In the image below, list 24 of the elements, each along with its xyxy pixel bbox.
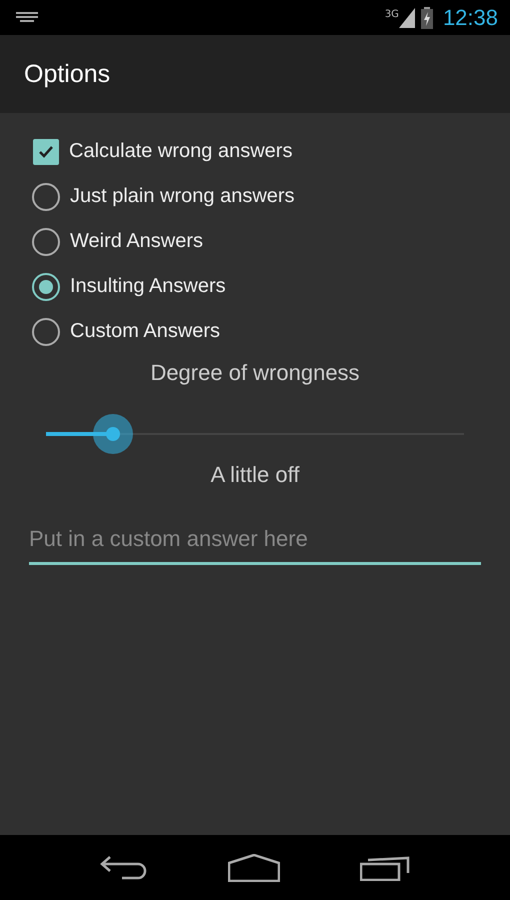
keyboard-icon [16,12,38,24]
recent-apps-icon[interactable] [360,854,410,880]
network-type: 3G [384,8,399,20]
slider-title: Degree of wrongness [149,360,361,386]
option-item[interactable]: Just plain wrong answers [29,174,481,219]
back-icon[interactable] [100,854,148,880]
option-item[interactable]: Weird Answers [29,219,481,264]
radio-button[interactable] [32,318,60,346]
radio-button[interactable] [32,272,60,300]
option-item[interactable]: Insulting Answers [29,264,481,309]
radio-button[interactable] [32,228,60,256]
option-item[interactable]: Custom Answers [29,309,481,354]
checkbox[interactable] [33,138,59,164]
signal-icon [398,8,415,28]
home-icon[interactable] [228,854,280,882]
checkmark-icon [38,144,54,158]
slider-reading: A little off [210,462,300,488]
screen-title: Options [24,60,110,88]
option-item[interactable]: Calculate wrong answers [29,129,481,174]
custom-answer-field[interactable]: Put in a custom answer here [29,518,481,565]
clock: 12:38 [442,4,498,30]
battery-icon [420,6,433,28]
slider-thumb[interactable] [92,414,133,454]
radio-button[interactable] [32,182,60,210]
